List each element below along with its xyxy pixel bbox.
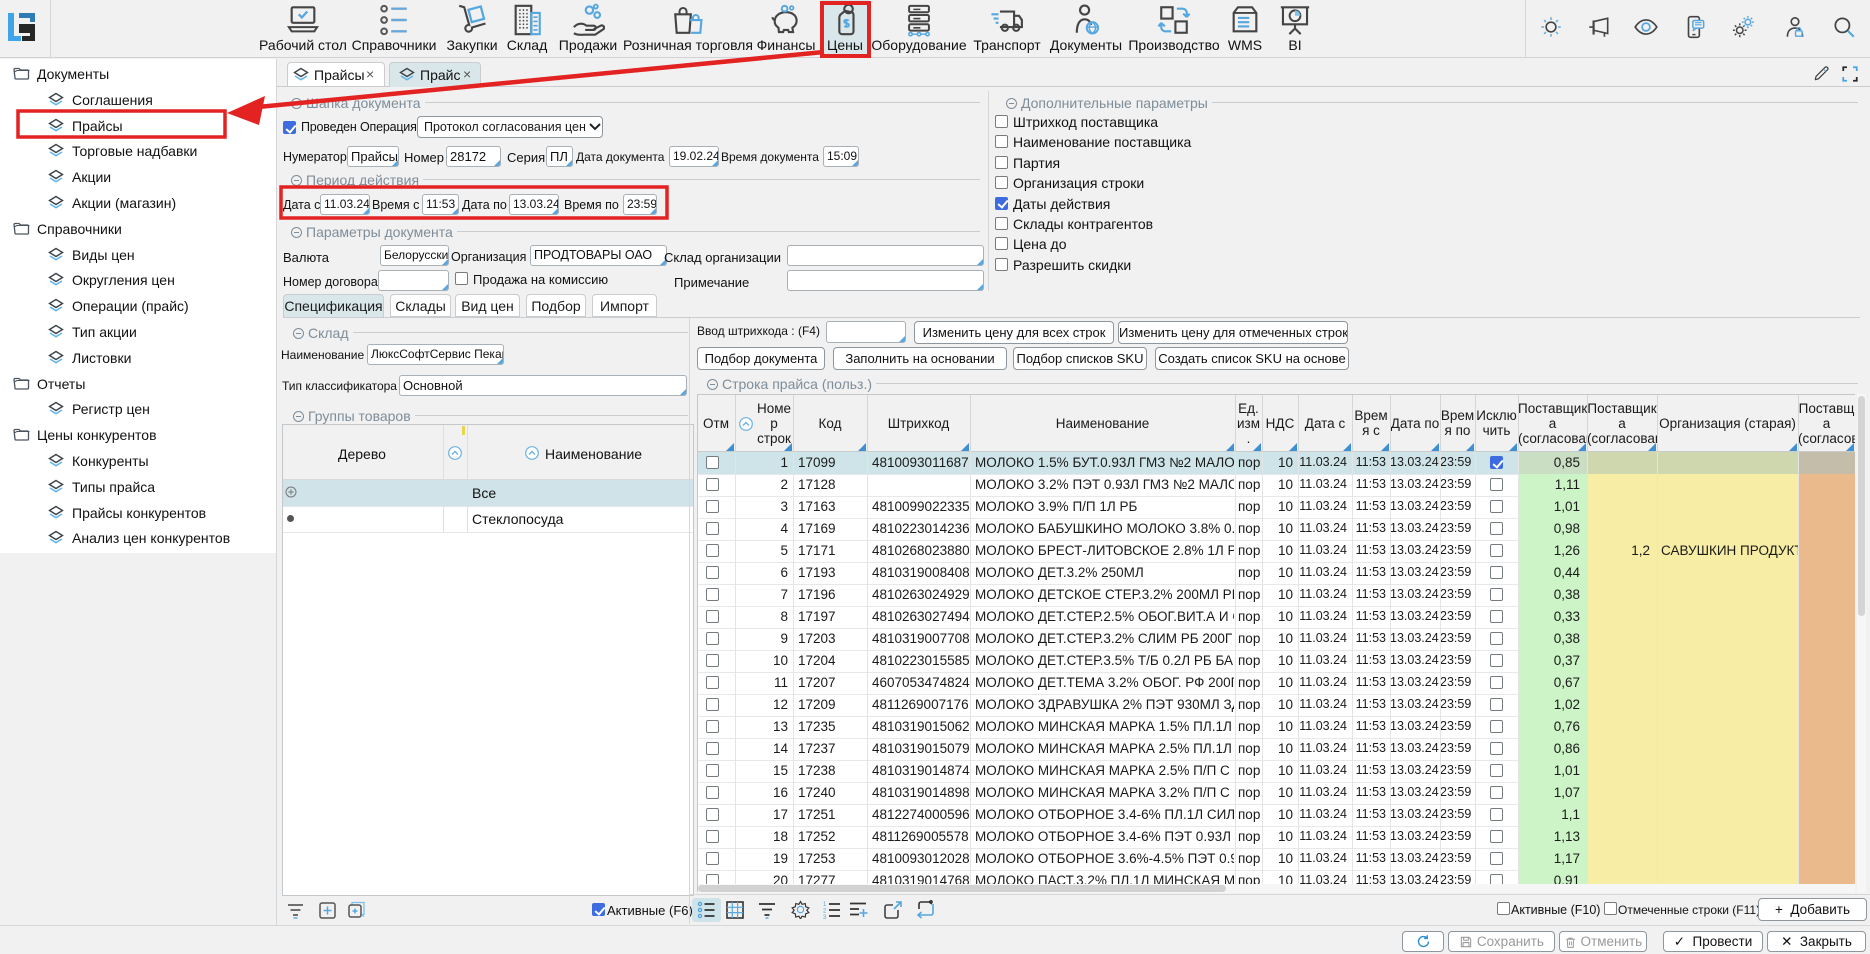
svg-text:1: 1 <box>823 902 827 908</box>
svg-text:2: 2 <box>823 909 827 915</box>
svg-text:3: 3 <box>823 915 827 919</box>
